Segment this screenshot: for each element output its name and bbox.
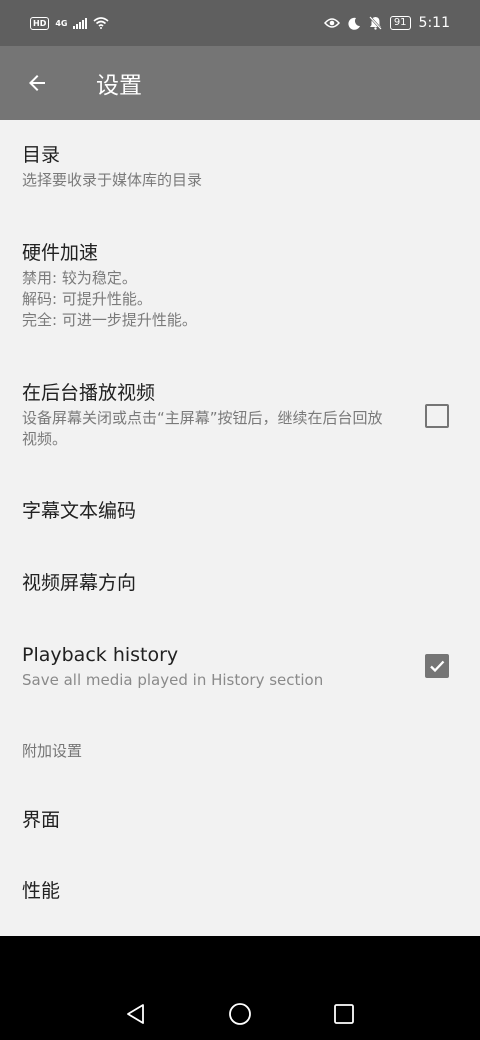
- pref-title: 目录: [22, 144, 61, 166]
- nav-home-button[interactable]: [228, 1002, 252, 1026]
- signal-icon: [73, 17, 88, 29]
- status-right: 91 5:11: [323, 15, 450, 31]
- triangle-back-icon: [127, 1004, 144, 1024]
- pref-performance[interactable]: 性能: [0, 878, 480, 904]
- pref-interface[interactable]: 界面: [0, 807, 480, 833]
- pref-title: 在后台播放视频: [22, 382, 156, 404]
- hd-voice-icon: HD: [30, 16, 50, 30]
- status-bar: HD 4G 91 5:11: [0, 0, 480, 46]
- pref-summary: 选择要收录于媒体库的目录: [22, 171, 203, 189]
- page-title: 设置: [96, 73, 142, 99]
- wifi-icon: [93, 17, 110, 29]
- app-bar: 设置: [0, 46, 480, 120]
- status-left: HD 4G: [30, 16, 110, 30]
- eye-icon: [323, 18, 340, 28]
- status-time: 5:11: [418, 15, 450, 31]
- arrow-back-icon: [29, 75, 45, 91]
- network-type: 4G: [55, 18, 68, 28]
- pref-summary: Save all media played in History section: [22, 671, 324, 689]
- pref-title: Playback history: [22, 644, 179, 666]
- pref-video-orientation[interactable]: 视频屏幕方向: [0, 570, 480, 596]
- pref-directories[interactable]: 目录 选择要收录于媒体库的目录: [0, 142, 480, 191]
- pref-summary: 禁用: 较为稳定。 解码: 可提升性能。 完全: 可进一步提升性能。: [22, 269, 197, 329]
- bell-muted-icon: [368, 16, 382, 30]
- square-recents-icon: [334, 1004, 354, 1024]
- system-nav-bar: [0, 936, 480, 1040]
- playback-history-checkbox[interactable]: [425, 654, 449, 678]
- pref-title: 界面: [22, 809, 61, 831]
- battery-icon: 91: [389, 16, 411, 30]
- pref-background-play[interactable]: 在后台播放视频 设备屏幕关闭或点击“主屏幕”按钮后，继续在后台回放视频。: [0, 380, 480, 450]
- pref-summary: 设备屏幕关闭或点击“主屏幕”按钮后，继续在后台回放视频。: [22, 409, 383, 448]
- pref-title: 视频屏幕方向: [22, 572, 137, 594]
- category-extra-settings: 附加设置: [22, 742, 83, 760]
- checkmark-icon: [430, 660, 445, 673]
- moon-icon: [348, 17, 360, 30]
- pref-playback-history[interactable]: Playback history Save all media played i…: [0, 642, 480, 691]
- pref-title: 性能: [22, 880, 61, 902]
- circle-home-icon: [229, 1003, 251, 1025]
- background-play-checkbox[interactable]: [425, 404, 449, 428]
- pref-title: 字幕文本编码: [22, 500, 137, 522]
- pref-title: 硬件加速: [22, 242, 99, 264]
- pref-hardware-acceleration[interactable]: 硬件加速 禁用: 较为稳定。 解码: 可提升性能。 完全: 可进一步提升性能。: [0, 240, 480, 331]
- nav-back-button[interactable]: [124, 1002, 148, 1026]
- pref-subtitle-encoding[interactable]: 字幕文本编码: [0, 498, 480, 524]
- settings-list: 目录 选择要收录于媒体库的目录 硬件加速 禁用: 较为稳定。 解码: 可提升性能…: [0, 120, 480, 936]
- nav-recents-button[interactable]: [332, 1002, 356, 1026]
- back-button[interactable]: [0, 46, 74, 120]
